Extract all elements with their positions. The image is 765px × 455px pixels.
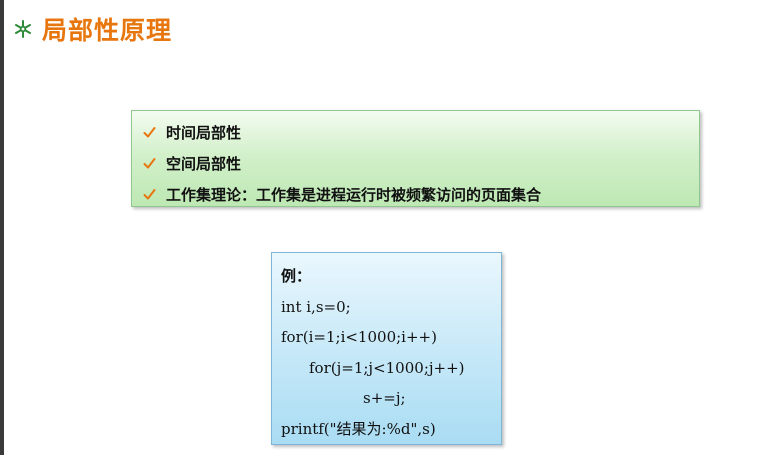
list-item: 空间局部性 [132,148,699,179]
code-line: for(j=1;j<1000;j++) [309,358,465,377]
code-line: printf("结果为:%d",s) [281,419,436,438]
checkmark-icon [142,157,156,171]
concept-list-box: 时间局部性 空间局部性 工作集理论：工作集是进程运行时被频繁访问的页面集合 [131,110,700,207]
list-item-label: 时间局部性 [166,124,242,142]
code-line: s+=j; [363,389,406,407]
list-item: 工作集理论：工作集是进程运行时被频繁访问的页面集合 [132,179,699,210]
page-title: 局部性原理 [42,16,173,45]
checkmark-icon [142,188,156,202]
list-item-label: 空间局部性 [166,155,242,173]
checkmark-icon [142,126,156,140]
snowflake-bullet-icon [12,18,34,40]
code-line: int i,s=0; [281,297,351,316]
slide-left-edge [0,0,4,455]
list-item: 时间局部性 [132,117,699,148]
code-line: for(i=1;i<1000;i++) [281,328,437,346]
example-label: 例： [281,267,312,285]
slide-title-row: 局部性原理 [12,12,172,46]
list-item-label: 工作集理论：工作集是进程运行时被频繁访问的页面集合 [166,186,542,204]
slide: 局部性原理 时间局部性 空间局部性 工作集理论：工作集是进程运行时被频繁访问的页… [0,0,765,455]
code-example-box: 例： int i,s=0; for(i=1;i<1000;i++) for(j=… [271,252,502,445]
